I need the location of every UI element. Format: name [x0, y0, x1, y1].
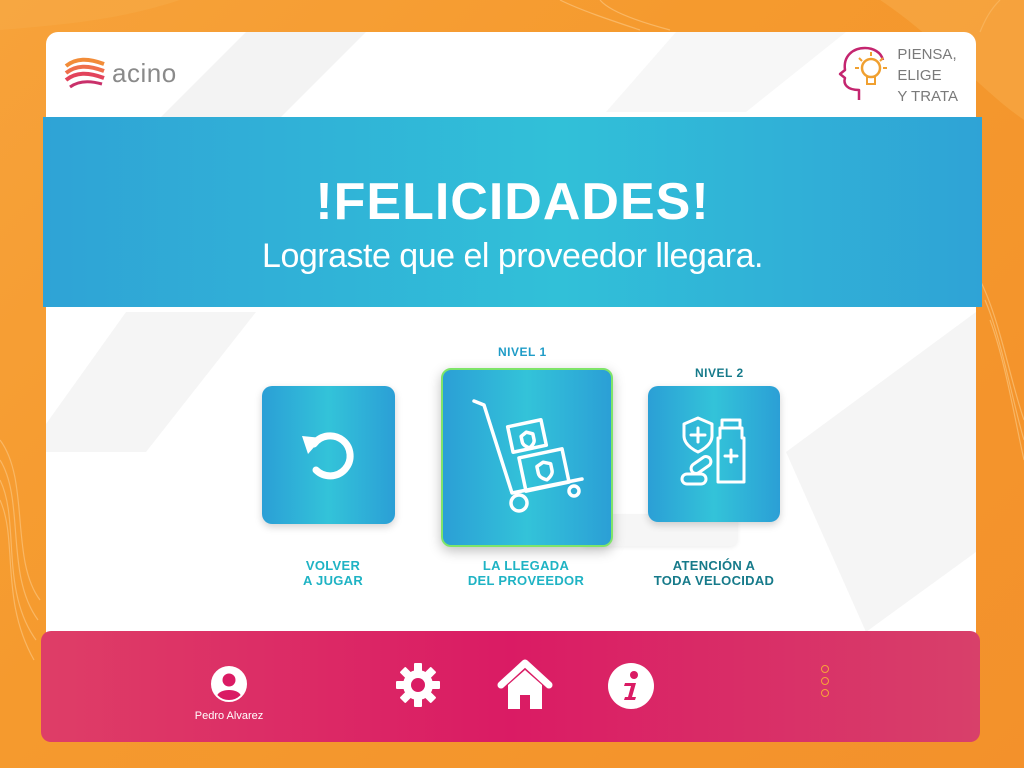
banner-title: !FELICIDADES!: [315, 173, 710, 231]
footer-bar: Pedro Alvarez: [41, 631, 980, 742]
acino-logo: acino: [64, 56, 177, 90]
user-name: Pedro Alvarez: [194, 710, 264, 722]
head-lightbulb-icon: [839, 46, 888, 100]
info-button[interactable]: [607, 662, 655, 715]
replay-caption: VOLVER A JUGAR: [302, 558, 364, 588]
logo-text: acino: [112, 57, 177, 88]
level-2-caption: ATENCIÓN A TODA VELOCIDAD: [653, 558, 775, 588]
level-2-button[interactable]: [648, 386, 780, 522]
settings-button[interactable]: [393, 660, 443, 715]
piensa-elige-trata-brand: PIENSA, ELIGE Y TRATA: [837, 44, 958, 107]
more-menu-button[interactable]: [821, 665, 829, 697]
medicine-icon: [680, 416, 746, 486]
hand-truck-icon: [472, 398, 584, 513]
more-dots-icon: [821, 665, 829, 673]
replay-icon: [301, 432, 354, 480]
home-icon: [497, 659, 553, 709]
user-avatar-icon: [211, 666, 247, 702]
acino-logo-icon: [64, 57, 105, 89]
more-dots-icon: [821, 689, 829, 697]
level-2-label: NIVEL 2: [695, 366, 744, 380]
level-1-caption: LA LLEGADA DEL PROVEEDOR: [467, 558, 585, 588]
more-dots-icon: [821, 677, 829, 685]
level-1-label: NIVEL 1: [498, 345, 547, 359]
replay-button[interactable]: [262, 386, 395, 524]
user-profile[interactable]: Pedro Alvarez: [181, 665, 277, 722]
level-1-button[interactable]: [441, 368, 613, 547]
info-icon: [608, 663, 654, 709]
congrats-banner: !FELICIDADES! Lograste que el proveedor …: [43, 117, 982, 307]
brand-text: PIENSA, ELIGE Y TRATA: [897, 46, 958, 105]
home-button[interactable]: [497, 657, 553, 718]
gear-icon: [396, 663, 440, 707]
banner-subtitle: Lograste que el proveedor llegara.: [262, 237, 763, 275]
